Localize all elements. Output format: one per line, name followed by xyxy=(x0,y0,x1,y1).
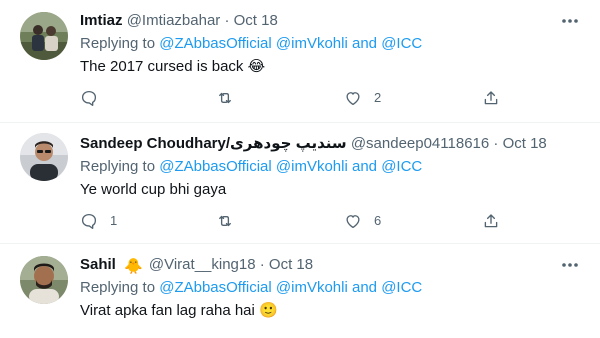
tweet-body: Sandeep Choudhary/سندیپ چودھری @sandeep0… xyxy=(80,133,588,241)
mention-link[interactable]: @ICC xyxy=(381,158,422,175)
more-icon[interactable] xyxy=(560,14,580,28)
like-button[interactable]: 6 xyxy=(344,211,381,231)
tweet-reply[interactable]: Sandeep Choudhary/سندیپ چودھری @sandeep0… xyxy=(0,123,600,243)
tweet-body: Sahil 🐥 @Virat__king18 · Oct 18 Replying… xyxy=(80,254,588,338)
avatar[interactable] xyxy=(20,133,68,181)
retweet-icon xyxy=(219,215,231,227)
avatar[interactable] xyxy=(20,256,68,304)
tweet-text-content: The 2017 cursed is back xyxy=(80,58,244,75)
mention-link[interactable]: @ZAbbasOfficial xyxy=(159,35,272,52)
share-button[interactable] xyxy=(482,211,500,231)
replying-to: Replying to @ZAbbasOfficial @imVkohli an… xyxy=(80,157,422,177)
share-button[interactable] xyxy=(482,88,500,108)
tweet-date[interactable]: Oct 18 xyxy=(503,135,547,152)
mention-link[interactable]: @ICC xyxy=(381,279,422,296)
reply-button[interactable] xyxy=(80,88,110,108)
separator-dot: · xyxy=(259,256,265,273)
mention-link[interactable]: @ZAbbasOfficial xyxy=(159,279,272,296)
share-icon xyxy=(484,214,498,228)
tweet-feed: Imtiaz @Imtiazbahar · Oct 18 Replying to… xyxy=(0,0,600,338)
tweet-reply[interactable]: Sahil 🐥 @Virat__king18 · Oct 18 Replying… xyxy=(0,244,600,338)
slight-smile-emoji-icon: 🙂 xyxy=(259,302,278,319)
retweet-button[interactable] xyxy=(215,211,247,231)
like-count: 6 xyxy=(374,213,382,228)
like-button[interactable]: 2 xyxy=(344,88,381,108)
tweet-actions: 1 6 xyxy=(80,211,505,231)
reply-button[interactable]: 1 xyxy=(80,211,117,231)
replying-label: Replying to xyxy=(80,158,156,175)
mention-link[interactable]: @imVkohli xyxy=(276,158,348,175)
tweet-date[interactable]: Oct 18 xyxy=(234,12,278,29)
reply-count: 1 xyxy=(110,213,118,228)
mention-link[interactable]: @ZAbbasOfficial xyxy=(159,158,272,175)
display-name[interactable]: Sahil xyxy=(80,256,116,273)
share-icon xyxy=(484,91,498,105)
tweet-body: Imtiaz @Imtiazbahar · Oct 18 Replying to… xyxy=(80,10,588,120)
replying-to: Replying to @ZAbbasOfficial @imVkohli an… xyxy=(80,34,422,54)
more-icon[interactable] xyxy=(560,258,580,272)
tweet-header: Sahil 🐥 @Virat__king18 · Oct 18 xyxy=(80,254,313,276)
like-icon xyxy=(346,215,360,229)
display-name[interactable]: Sandeep Choudhary/سندیپ چودھری xyxy=(80,135,347,152)
replying-to: Replying to @ZAbbasOfficial @imVkohli an… xyxy=(80,278,422,298)
like-icon xyxy=(346,92,360,106)
mention-link[interactable]: @ICC xyxy=(381,35,422,52)
replying-label: Replying to xyxy=(80,35,156,52)
retweet-button[interactable] xyxy=(215,88,247,108)
laughing-emoji-icon: 😂 xyxy=(247,58,266,75)
display-name[interactable]: Imtiaz xyxy=(80,12,123,29)
tweet-date[interactable]: Oct 18 xyxy=(269,256,313,273)
reply-icon xyxy=(81,90,97,106)
tweet-text: Ye world cup bhi gaya xyxy=(80,180,226,200)
tweet-text-content: Ye world cup bhi gaya xyxy=(80,181,227,198)
mention-link[interactable]: @imVkohli xyxy=(276,279,348,296)
mention-and: and xyxy=(351,158,378,175)
tweet-text-content: Virat apka fan lag raha hai xyxy=(80,302,255,319)
user-handle[interactable]: @sandeep04118616 xyxy=(351,135,489,152)
replying-label: Replying to xyxy=(80,279,156,296)
retweet-icon xyxy=(219,92,231,104)
separator-dot: · xyxy=(493,135,499,152)
avatar[interactable] xyxy=(20,12,68,60)
chick-emoji-icon: 🐥 xyxy=(124,258,143,275)
tweet-reply[interactable]: Imtiaz @Imtiazbahar · Oct 18 Replying to… xyxy=(0,0,600,122)
like-count: 2 xyxy=(374,90,382,105)
tweet-actions: 2 xyxy=(80,88,505,108)
user-handle[interactable]: @Virat__king18 xyxy=(149,256,256,273)
tweet-text: The 2017 cursed is back 😂 xyxy=(80,57,265,77)
reply-icon xyxy=(81,213,97,229)
user-handle[interactable]: @Imtiazbahar xyxy=(127,12,221,29)
mention-and: and xyxy=(351,35,378,52)
tweet-header: Sandeep Choudhary/سندیپ چودھری @sandeep0… xyxy=(80,133,547,155)
mention-and: and xyxy=(351,279,378,296)
tweet-header: Imtiaz @Imtiazbahar · Oct 18 xyxy=(80,10,278,32)
separator-dot: · xyxy=(224,12,230,29)
mention-link[interactable]: @imVkohli xyxy=(276,35,348,52)
tweet-text: Virat apka fan lag raha hai 🙂 xyxy=(80,301,278,321)
